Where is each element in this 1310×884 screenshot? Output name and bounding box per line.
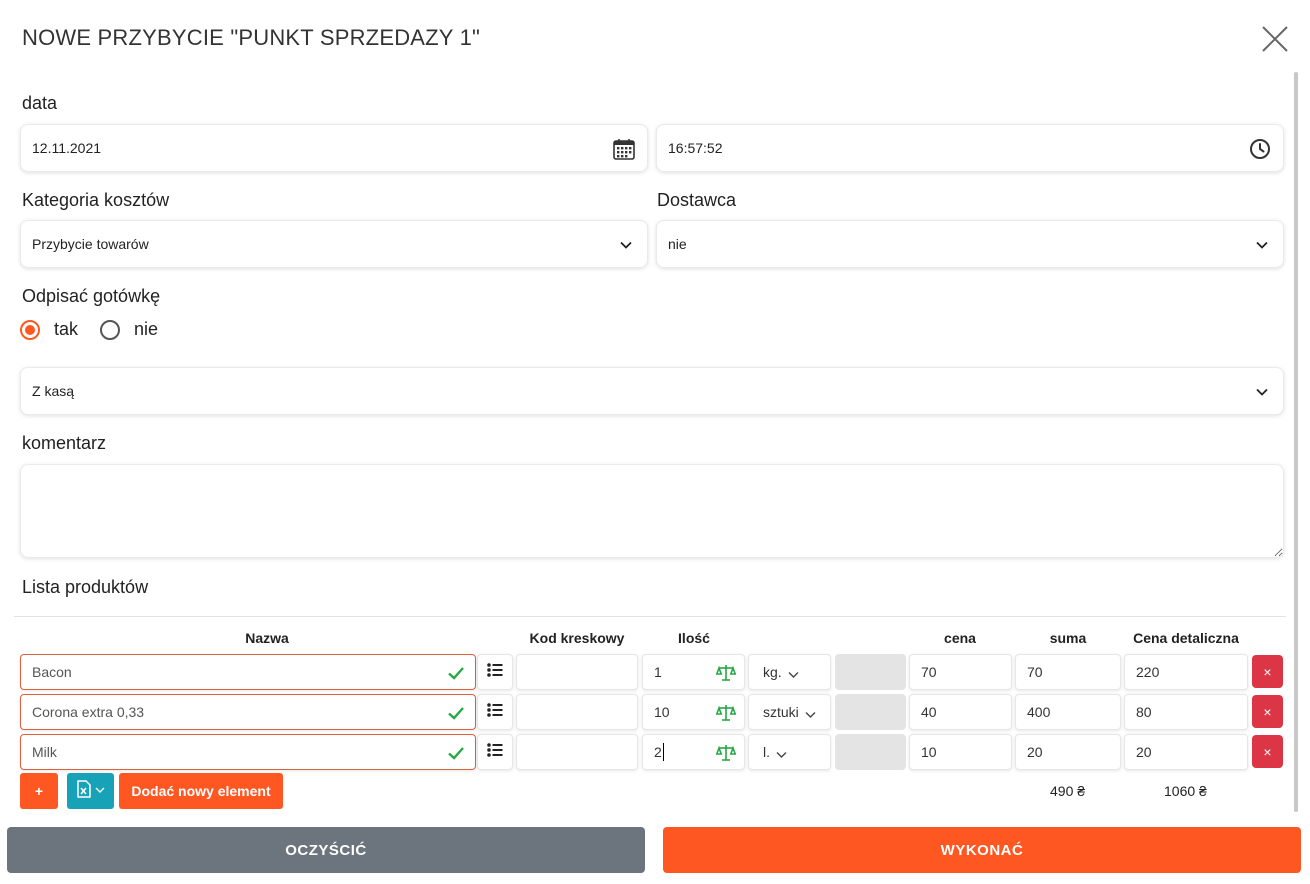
divider bbox=[14, 616, 1286, 617]
header-quantity: Ilość bbox=[678, 630, 710, 646]
dialog-title: NOWE PRZYBYCIE "PUNKT SPRZEDAZY 1" bbox=[22, 25, 481, 50]
disabled-cell bbox=[835, 654, 906, 690]
supplier-value: nie bbox=[668, 236, 687, 252]
list-icon bbox=[487, 662, 503, 682]
chevron-down-icon bbox=[95, 782, 105, 800]
list-icon bbox=[487, 702, 503, 722]
product-list-button[interactable] bbox=[477, 734, 513, 770]
cost-category-value: Przybycie towarów bbox=[32, 236, 149, 252]
scale-icon[interactable] bbox=[715, 663, 737, 683]
chevron-down-icon bbox=[619, 238, 633, 252]
check-icon bbox=[447, 664, 465, 682]
total-sum: 490 ₴ bbox=[1050, 783, 1086, 799]
radio-nie-label[interactable]: nie bbox=[134, 319, 158, 340]
unit-value: l. bbox=[763, 744, 770, 760]
header-price: cena bbox=[944, 630, 976, 646]
cash-source-value: Z kasą bbox=[32, 383, 75, 399]
quantity-input[interactable]: 2 bbox=[642, 734, 745, 770]
scale-icon[interactable] bbox=[715, 743, 737, 763]
header-barcode: Kod kreskowy bbox=[529, 630, 625, 646]
supplier-select[interactable]: nie bbox=[656, 220, 1284, 268]
supplier-label: Dostawca bbox=[657, 190, 737, 210]
quantity-input[interactable]: 1 bbox=[642, 654, 745, 690]
radio-tak-label[interactable]: tak bbox=[54, 319, 78, 340]
time-value: 16:57:52 bbox=[668, 140, 723, 156]
comment-textarea[interactable] bbox=[20, 464, 1284, 558]
chevron-down-icon bbox=[1255, 385, 1269, 399]
header-sum: suma bbox=[1049, 630, 1087, 646]
check-icon bbox=[447, 704, 465, 722]
sum-input[interactable]: 400 bbox=[1015, 694, 1121, 730]
delete-row-button[interactable]: × bbox=[1252, 695, 1283, 728]
total-retail: 1060 ₴ bbox=[1164, 783, 1207, 799]
chevron-down-icon bbox=[805, 707, 816, 718]
clear-button[interactable]: OCZYŚCIĆ bbox=[7, 827, 645, 873]
close-icon[interactable] bbox=[1260, 24, 1290, 54]
retail-price-input[interactable]: 20 bbox=[1124, 734, 1248, 770]
quantity-value: 2 bbox=[654, 744, 662, 760]
add-new-element-button[interactable]: Dodać nowy element bbox=[119, 773, 283, 809]
chevron-down-icon bbox=[776, 747, 787, 758]
chevron-down-icon bbox=[788, 667, 799, 678]
cost-category-label: Kategoria kosztów bbox=[22, 190, 170, 210]
product-name-input[interactable]: Corona extra 0,33 bbox=[20, 694, 476, 730]
unit-value: kg. bbox=[763, 664, 782, 680]
products-section-label: Lista produktów bbox=[22, 577, 149, 597]
text-cursor bbox=[662, 743, 664, 761]
scrollbar[interactable] bbox=[1294, 72, 1298, 812]
product-name: Bacon bbox=[32, 664, 72, 680]
unit-select[interactable]: l. bbox=[748, 734, 831, 770]
unit-value: sztuki bbox=[763, 704, 799, 720]
radio-nie[interactable] bbox=[100, 319, 121, 340]
submit-button[interactable]: WYKONAĆ bbox=[663, 827, 1301, 873]
sum-input[interactable]: 20 bbox=[1015, 734, 1121, 770]
cash-source-select[interactable]: Z kasą bbox=[20, 367, 1284, 415]
radio-tak[interactable] bbox=[20, 319, 40, 340]
scale-icon[interactable] bbox=[715, 703, 737, 723]
price-input[interactable]: 70 bbox=[909, 654, 1012, 690]
cash-radio-group: tak nie bbox=[20, 319, 180, 340]
barcode-input[interactable] bbox=[516, 654, 638, 690]
delete-row-button[interactable]: × bbox=[1252, 735, 1283, 768]
product-name-input[interactable]: Bacon bbox=[20, 654, 476, 690]
header-name: Nazwa bbox=[245, 630, 289, 646]
comment-label: komentarz bbox=[22, 433, 107, 453]
delete-row-button[interactable]: × bbox=[1252, 655, 1283, 688]
unit-select[interactable]: kg. bbox=[748, 654, 831, 690]
product-name-input[interactable]: Milk bbox=[20, 734, 476, 770]
quantity-value: 1 bbox=[654, 664, 662, 680]
product-list-button[interactable] bbox=[477, 654, 513, 690]
add-row-button[interactable]: + bbox=[20, 773, 58, 809]
product-name: Corona extra 0,33 bbox=[32, 704, 145, 720]
barcode-input[interactable] bbox=[516, 694, 638, 730]
date-value: 12.11.2021 bbox=[32, 140, 102, 156]
quantity-value: 10 bbox=[654, 704, 670, 720]
unit-select[interactable]: sztuki bbox=[748, 694, 831, 730]
retail-price-input[interactable]: 220 bbox=[1124, 654, 1248, 690]
disabled-cell bbox=[835, 694, 906, 730]
price-input[interactable]: 10 bbox=[909, 734, 1012, 770]
time-input[interactable]: 16:57:52 bbox=[656, 124, 1284, 172]
retail-price-input[interactable]: 80 bbox=[1124, 694, 1248, 730]
excel-file-icon bbox=[76, 779, 92, 803]
cost-category-select[interactable]: Przybycie towarów bbox=[20, 220, 648, 268]
sum-input[interactable]: 70 bbox=[1015, 654, 1121, 690]
quantity-input[interactable]: 10 bbox=[642, 694, 745, 730]
product-name: Milk bbox=[32, 744, 57, 760]
list-icon bbox=[487, 742, 503, 762]
date-input[interactable]: 12.11.2021 bbox=[20, 124, 648, 172]
product-list-button[interactable] bbox=[477, 694, 513, 730]
cash-label: Odpisać gotówkę bbox=[22, 286, 161, 306]
date-label: data bbox=[22, 93, 58, 113]
header-retail-price: Cena detaliczna bbox=[1133, 630, 1239, 646]
chevron-down-icon bbox=[1255, 238, 1269, 252]
calendar-icon[interactable] bbox=[613, 138, 635, 160]
price-input[interactable]: 40 bbox=[909, 694, 1012, 730]
clock-icon[interactable] bbox=[1249, 138, 1271, 160]
disabled-cell bbox=[835, 734, 906, 770]
barcode-input[interactable] bbox=[516, 734, 638, 770]
check-icon bbox=[447, 744, 465, 762]
import-excel-button[interactable] bbox=[67, 773, 114, 809]
